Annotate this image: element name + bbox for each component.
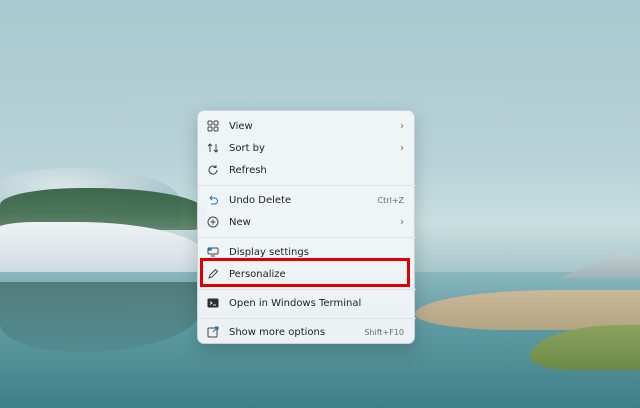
menu-item-label: Refresh <box>229 164 267 176</box>
menu-item-sort-by[interactable]: Sort by › <box>202 137 412 159</box>
chevron-right-icon: › <box>400 216 404 228</box>
undo-icon <box>206 193 220 207</box>
menu-separator <box>198 185 416 186</box>
personalize-highlight-box <box>200 258 410 287</box>
menu-item-show-more-options[interactable]: Show more options Shift+F10 <box>202 321 412 343</box>
menu-item-view[interactable]: View › <box>202 115 412 137</box>
menu-item-label: Show more options <box>229 326 326 338</box>
menu-separator <box>198 289 416 290</box>
sort-arrows-icon <box>206 141 220 155</box>
menu-item-label: View <box>229 120 253 132</box>
shortcut-text: Ctrl+Z <box>377 195 404 205</box>
refresh-icon <box>206 163 220 177</box>
display-settings-icon <box>206 245 220 259</box>
menu-item-label: Sort by <box>229 142 265 154</box>
menu-item-label: Display settings <box>229 246 309 258</box>
menu-item-new[interactable]: New › <box>202 211 412 233</box>
menu-item-undo-delete[interactable]: Undo Delete Ctrl+Z <box>202 189 412 211</box>
menu-item-label: Undo Delete <box>229 194 292 206</box>
menu-item-open-terminal[interactable]: Open in Windows Terminal <box>202 292 412 314</box>
menu-item-label: Open in Windows Terminal <box>229 297 362 309</box>
new-plus-icon <box>206 215 220 229</box>
menu-separator <box>198 318 416 319</box>
menu-item-label: New <box>229 216 251 228</box>
chevron-right-icon: › <box>400 120 404 132</box>
menu-separator <box>198 237 416 238</box>
view-grid-icon <box>206 119 220 133</box>
shortcut-text: Shift+F10 <box>364 327 404 337</box>
desktop-context-menu: View › Sort by › Refresh Undo Delete Ctr… <box>197 110 416 344</box>
chevron-right-icon: › <box>400 142 404 154</box>
show-more-icon <box>206 325 220 339</box>
terminal-icon <box>206 296 220 310</box>
snowbank <box>0 222 205 278</box>
menu-item-refresh[interactable]: Refresh <box>202 159 412 181</box>
distant-mountain <box>560 251 640 278</box>
